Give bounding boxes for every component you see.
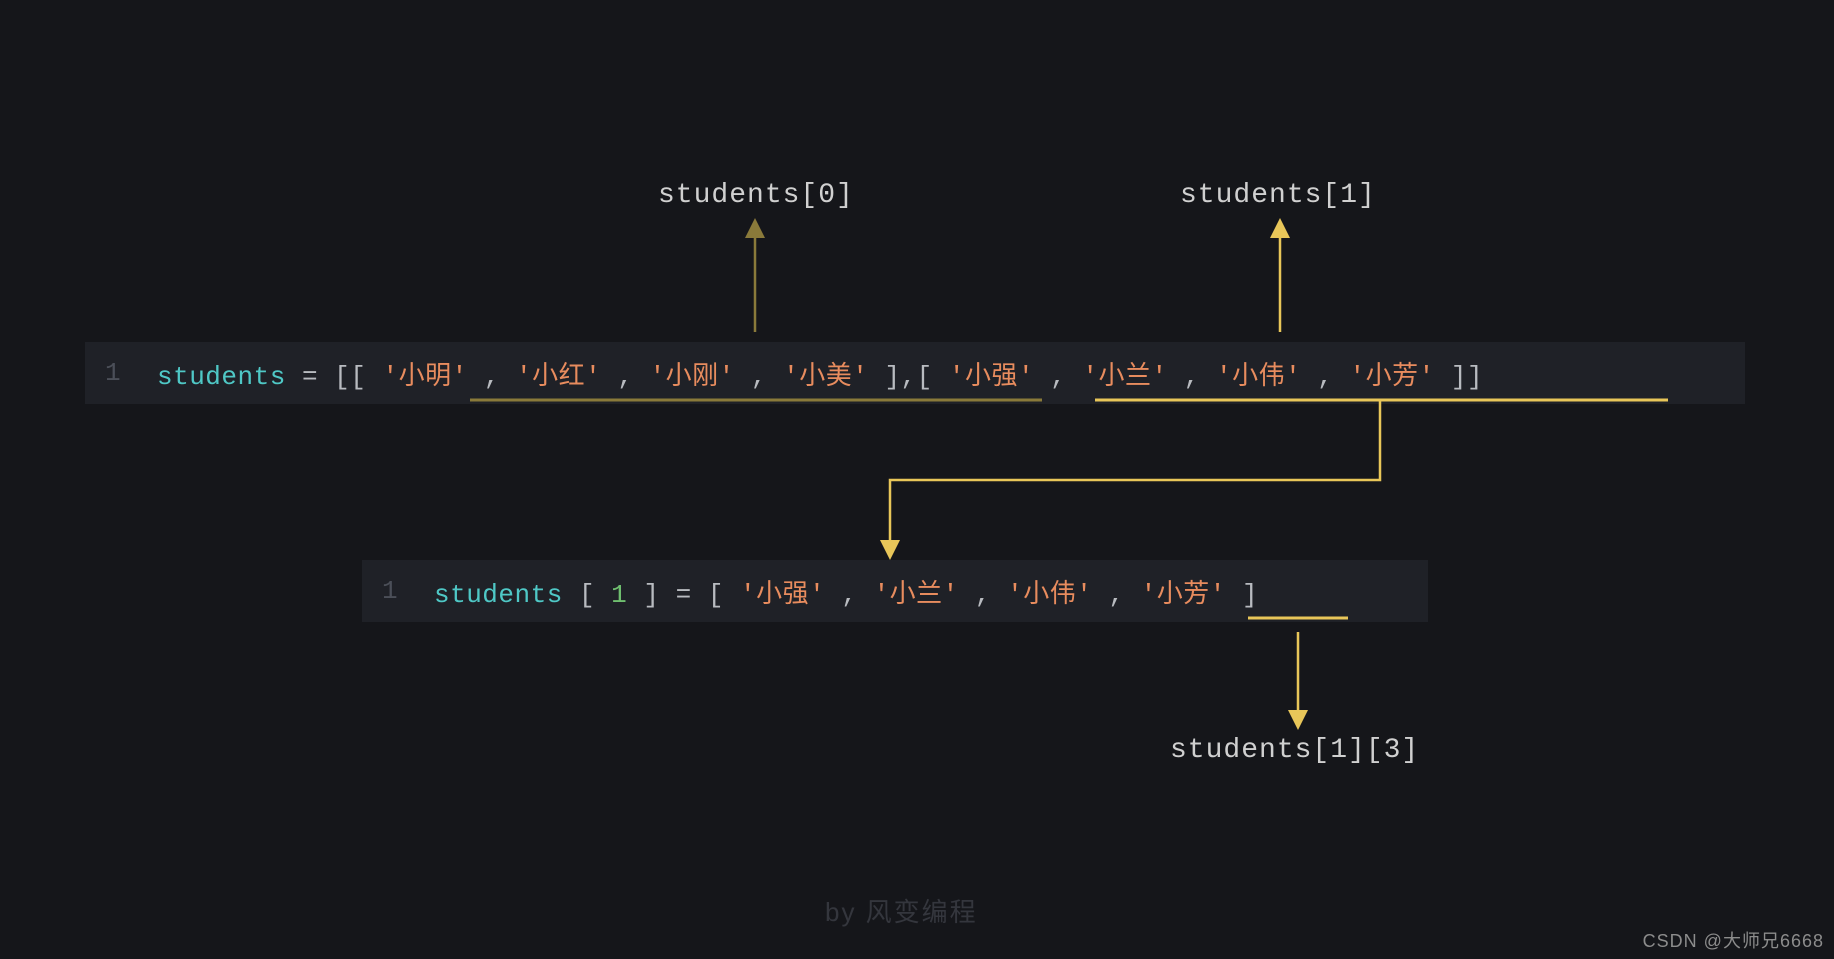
- token-bracket: ]: [643, 580, 659, 610]
- connector-sublist-1-to-code2: [890, 400, 1380, 550]
- token-close: ]: [1242, 580, 1258, 610]
- token-str: '小伟': [1216, 362, 1301, 392]
- corner-watermark: CSDN @大师兄6668: [1643, 927, 1824, 953]
- token-close: ]]: [1451, 362, 1483, 392]
- token-open: [[: [334, 362, 366, 392]
- token-str: '小强': [949, 362, 1034, 392]
- token-var: students: [157, 362, 286, 392]
- token-eq: =: [676, 580, 708, 610]
- token-eq: =: [302, 362, 334, 392]
- annotation-students-0: students[0]: [658, 180, 854, 211]
- token-str: '小芳': [1141, 580, 1226, 610]
- token-str: '小芳': [1350, 362, 1435, 392]
- diagram-canvas: students[0] students[1] 1 students = [[ …: [0, 0, 1834, 959]
- token-mid: ],[: [884, 362, 932, 392]
- annotation-students-1: students[1]: [1180, 180, 1376, 211]
- token-comma: ,: [1108, 580, 1124, 610]
- token-comma: ,: [1317, 362, 1333, 392]
- token-bracket: [: [579, 580, 595, 610]
- token-str: '小红': [516, 362, 601, 392]
- token-str: '小兰': [874, 580, 959, 610]
- token-comma: ,: [751, 362, 767, 392]
- token-str: '小刚': [650, 362, 735, 392]
- token-index: 1: [611, 580, 627, 610]
- watermark: by 风变编程: [825, 892, 978, 929]
- token-str: '小明': [382, 362, 467, 392]
- line-number: 1: [85, 358, 141, 388]
- token-open: [: [708, 580, 724, 610]
- line-number: 1: [362, 576, 418, 606]
- token-comma: ,: [484, 362, 500, 392]
- annotation-students-1-3: students[1][3]: [1170, 735, 1419, 766]
- code-block-1: 1 students = [[ '小明' , '小红' , '小刚' , '小美…: [85, 342, 1745, 404]
- token-comma: ,: [841, 580, 857, 610]
- token-str: '小强': [740, 580, 825, 610]
- token-str: '小美': [783, 362, 868, 392]
- token-str: '小兰': [1082, 362, 1167, 392]
- token-comma: ,: [617, 362, 633, 392]
- overlay-svg: [0, 0, 1834, 959]
- token-comma: ,: [1050, 362, 1066, 392]
- code-block-2: 1 students [ 1 ] = [ '小强' , '小兰' , '小伟' …: [362, 560, 1428, 622]
- token-comma: ,: [975, 580, 991, 610]
- token-str: '小伟': [1007, 580, 1092, 610]
- token-comma: ,: [1184, 362, 1200, 392]
- token-var: students: [434, 580, 563, 610]
